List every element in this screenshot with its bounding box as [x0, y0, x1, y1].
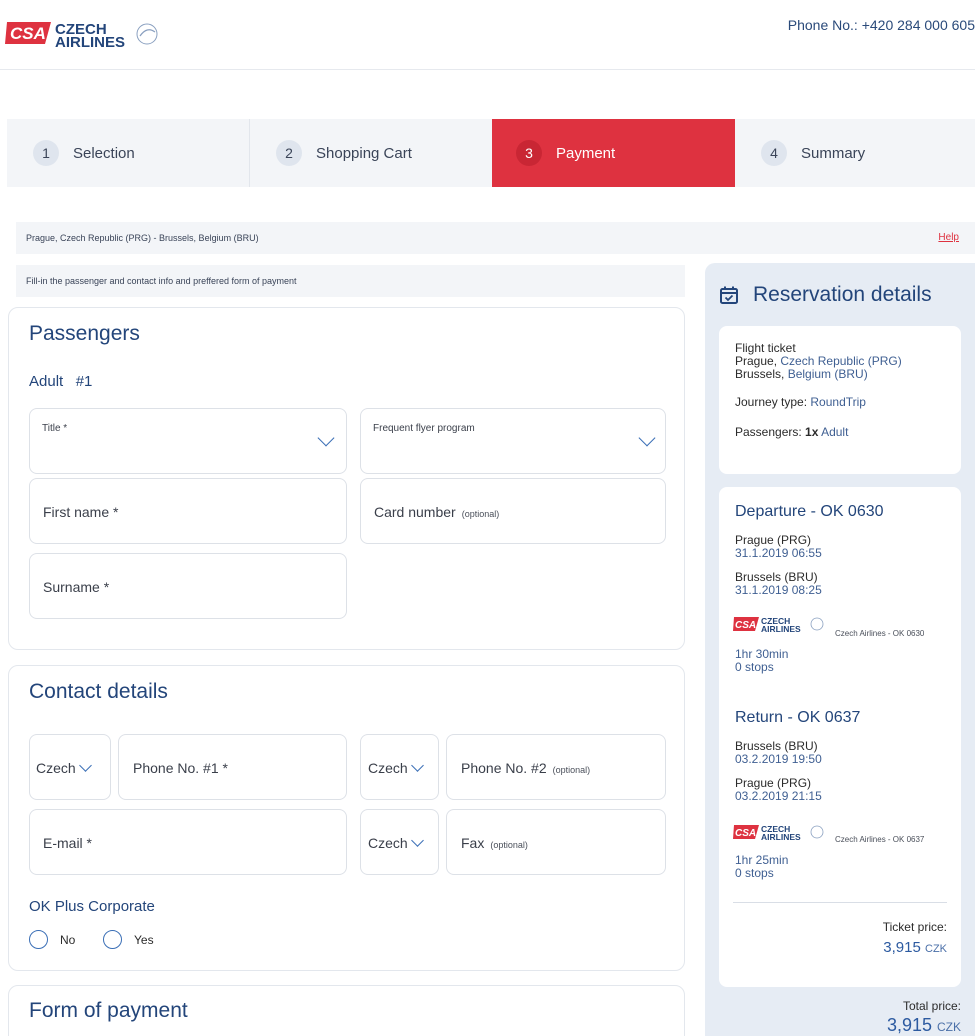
chevron-down-icon — [410, 834, 424, 847]
departure-carrier: Czech Airlines - OK 0630 — [835, 629, 925, 638]
divider — [733, 902, 947, 903]
card-number-placeholder: Card number (optional) — [374, 504, 500, 520]
phone-number[interactable]: +420 284 000 605 — [862, 17, 975, 33]
phone2-placeholder: Phone No. #2 (optional) — [461, 760, 591, 776]
radio-label: Yes — [134, 932, 154, 947]
phone1-prefix-value: Czech — [36, 759, 92, 776]
return-stops: 0 stops — [735, 866, 774, 880]
phone2-field[interactable]: Phone No. #2 (optional) — [446, 734, 666, 800]
title-select-label: Title * — [42, 423, 68, 434]
site-header: CSA CZECH AIRLINES Phone No.: +420 284 0… — [0, 0, 975, 70]
surname-placeholder: Surname * — [43, 579, 110, 595]
fax-prefix-value: Czech — [368, 834, 424, 851]
destination: Brussels, Belgium (BRU) — [735, 367, 868, 381]
payment-title: Form of payment — [29, 999, 188, 1022]
phone-info: Phone No.: +420 284 000 605 — [788, 17, 975, 33]
adult-label: Adult #1 — [29, 373, 93, 390]
ticket-price: 3,915 CZK — [883, 939, 947, 956]
corporate-title: OK Plus Corporate — [29, 898, 155, 915]
step-number: 1 — [33, 140, 59, 166]
return-carrier: Czech Airlines - OK 0637 — [835, 835, 925, 844]
svg-text:CSA: CSA — [735, 620, 756, 631]
info-bar: Fill-in the passenger and contact info a… — [16, 265, 685, 297]
step-payment[interactable]: 3 Payment — [492, 119, 735, 187]
passengers-card: Passengers Adult #1 Title * Frequent fly… — [8, 307, 685, 650]
return-title: Return - OK 0637 — [735, 709, 861, 726]
reservation-title: Reservation details — [719, 283, 932, 307]
calendar-check-icon — [720, 286, 738, 304]
czech-airlines-logo: CSA CZECH AIRLINES — [733, 824, 824, 842]
first-name-placeholder: First name * — [43, 504, 119, 520]
step-label: Selection — [73, 144, 135, 162]
step-label: Shopping Cart — [316, 144, 412, 162]
radio-label: No — [60, 932, 76, 947]
step-label: Summary — [801, 144, 866, 162]
departure-title: Departure - OK 0630 — [735, 503, 884, 520]
info-text: Fill-in the passenger and contact info a… — [26, 276, 297, 286]
fax-prefix-select[interactable]: Czech — [360, 809, 439, 875]
email-field[interactable]: E-mail * — [29, 809, 347, 875]
ticket-price-label: Ticket price: — [882, 920, 947, 934]
return-from-time: 03.2.2019 19:50 — [735, 752, 822, 766]
step-number: 3 — [516, 140, 542, 166]
czech-airlines-logo[interactable]: CSA CZECH AIRLINES — [5, 14, 175, 54]
corporate-yes-radio[interactable]: Yes — [103, 930, 154, 949]
contact-card: Contact details Czech Phone No. #1 * Cze… — [8, 665, 685, 971]
phone-label: Phone No.: — [787, 17, 858, 33]
step-label: Payment — [556, 144, 616, 162]
chevron-down-icon — [638, 429, 656, 447]
booking-steps: 1 Selection 2 Shopping Cart 3 Payment 4 … — [7, 119, 975, 187]
ticket-summary-box: Flight ticket Prague, Czech Republic (PR… — [719, 326, 961, 474]
phone1-prefix-select[interactable]: Czech — [29, 734, 111, 800]
step-shopping-cart[interactable]: 2 Shopping Cart — [250, 119, 492, 187]
payment-card: Form of payment — [8, 985, 685, 1036]
contact-title: Contact details — [29, 680, 168, 703]
chevron-down-icon — [317, 429, 335, 447]
passengers-summary: Passengers: 1x Adult — [735, 425, 849, 439]
email-placeholder: E-mail * — [43, 835, 93, 851]
svg-text:CSA: CSA — [10, 24, 46, 43]
fax-field[interactable]: Fax (optional) — [446, 809, 666, 875]
phone2-prefix-value: Czech — [368, 759, 424, 776]
czech-airlines-logo: CSA CZECH AIRLINES — [733, 616, 824, 634]
phone2-prefix-select[interactable]: Czech — [360, 734, 439, 800]
reservation-panel: Reservation details Flight ticket Prague… — [705, 263, 975, 1036]
phone1-placeholder: Phone No. #1 * — [133, 760, 228, 776]
route-bar: Prague, Czech Republic (PRG) - Brussels,… — [16, 222, 975, 254]
chevron-down-icon — [410, 759, 424, 772]
step-number: 4 — [761, 140, 787, 166]
step-selection[interactable]: 1 Selection — [7, 119, 250, 187]
step-summary[interactable]: 4 Summary — [735, 119, 975, 187]
svg-text:AIRLINES: AIRLINES — [761, 624, 801, 634]
return-to-time: 03.2.2019 21:15 — [735, 789, 822, 803]
phone1-field[interactable]: Phone No. #1 * — [118, 734, 347, 800]
surname-field[interactable]: Surname * — [29, 553, 347, 619]
departure-to-time: 31.1.2019 08:25 — [735, 583, 822, 597]
corporate-no-radio[interactable]: No — [29, 930, 75, 949]
first-name-field[interactable]: First name * — [29, 478, 347, 544]
help-link[interactable]: Help — [938, 232, 959, 243]
fax-placeholder: Fax (optional) — [461, 835, 528, 851]
total-price-label: Total price: — [902, 999, 961, 1013]
journey-type: Journey type: RoundTrip — [735, 395, 866, 409]
chevron-down-icon — [78, 759, 92, 772]
svg-text:AIRLINES: AIRLINES — [761, 832, 801, 842]
departure-from-time: 31.1.2019 06:55 — [735, 546, 822, 560]
route-text: Prague, Czech Republic (PRG) - Brussels,… — [26, 233, 259, 243]
frequent-flyer-label: Frequent flyer program — [373, 423, 475, 434]
svg-text:CSA: CSA — [735, 828, 756, 839]
title-select[interactable]: Title * — [29, 408, 347, 474]
flights-box: Departure - OK 0630 Prague (PRG) 31.1.20… — [719, 487, 961, 987]
radio-circle — [103, 930, 122, 949]
passengers-title: Passengers — [29, 322, 140, 345]
svg-text:AIRLINES: AIRLINES — [55, 34, 125, 51]
card-number-field[interactable]: Card number (optional) — [360, 478, 666, 544]
frequent-flyer-select[interactable]: Frequent flyer program — [360, 408, 666, 474]
departure-stops: 0 stops — [735, 660, 774, 674]
radio-circle — [29, 930, 48, 949]
total-price: 3,915 CZK — [886, 1015, 961, 1035]
step-number: 2 — [276, 140, 302, 166]
